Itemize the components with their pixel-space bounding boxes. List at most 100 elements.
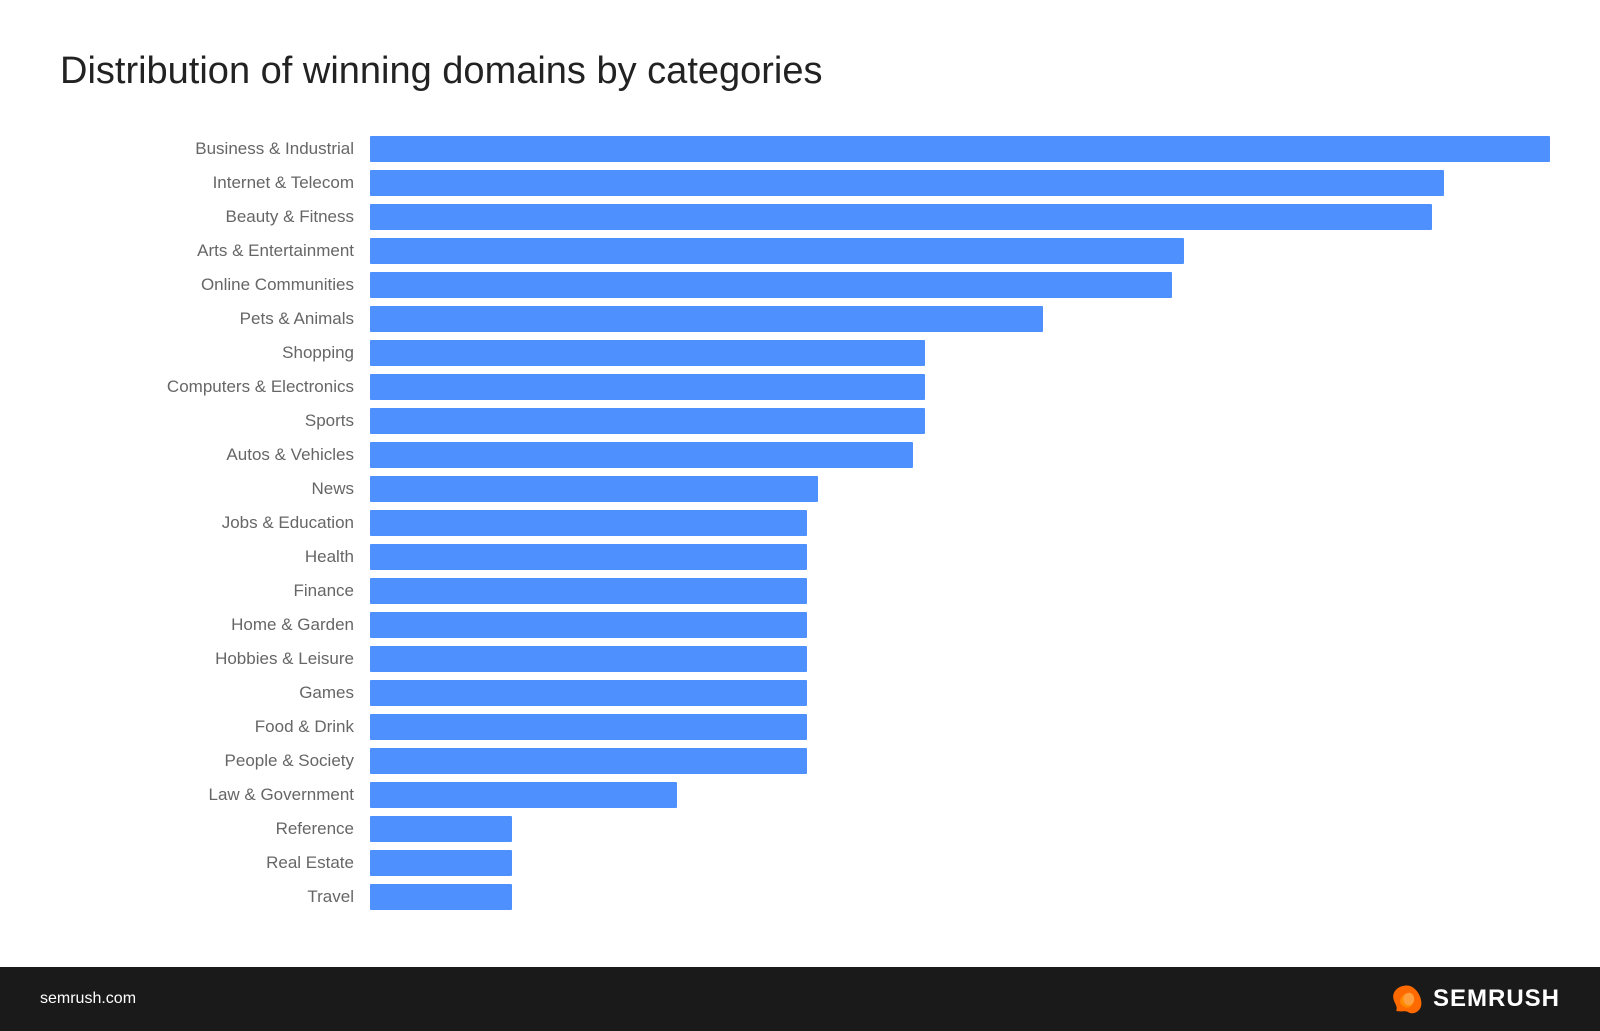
bar-row: Pets & Animals — [60, 303, 1540, 335]
bar-fill — [370, 408, 925, 434]
bar-label: Home & Garden — [60, 615, 370, 635]
bar-label: Real Estate — [60, 853, 370, 873]
bar-fill — [370, 680, 807, 706]
bar-track — [370, 850, 1540, 876]
bar-row: Food & Drink — [60, 711, 1540, 743]
bar-track — [370, 782, 1540, 808]
bar-track — [370, 136, 1550, 162]
bar-label: Computers & Electronics — [60, 377, 370, 397]
bar-track — [370, 646, 1540, 672]
bar-row: Real Estate — [60, 847, 1540, 879]
bar-label: Health — [60, 547, 370, 567]
bar-row: Autos & Vehicles — [60, 439, 1540, 471]
bar-track — [370, 680, 1540, 706]
footer-url: semrush.com — [40, 990, 136, 1008]
bar-track — [370, 442, 1540, 468]
bar-label: Law & Government — [60, 785, 370, 805]
bar-label: Business & Industrial — [60, 139, 370, 159]
bar-label: News — [60, 479, 370, 499]
bar-label: Arts & Entertainment — [60, 241, 370, 261]
bar-track — [370, 612, 1540, 638]
bar-row: Travel — [60, 881, 1540, 913]
bar-fill — [370, 884, 512, 910]
bar-label: Shopping — [60, 343, 370, 363]
bar-fill — [370, 714, 807, 740]
bar-track — [370, 170, 1540, 196]
semrush-logo: SEMRUSH — [1389, 981, 1560, 1017]
bar-fill — [370, 238, 1184, 264]
bar-row: Arts & Entertainment — [60, 235, 1540, 267]
bar-fill — [370, 374, 925, 400]
bar-label: Finance — [60, 581, 370, 601]
bar-track — [370, 544, 1540, 570]
bar-label: Internet & Telecom — [60, 173, 370, 193]
bar-row: Law & Government — [60, 779, 1540, 811]
bar-track — [370, 578, 1540, 604]
bar-row: Computers & Electronics — [60, 371, 1540, 403]
bar-fill — [370, 136, 1550, 162]
bar-fill — [370, 782, 677, 808]
bar-fill — [370, 544, 807, 570]
bar-track — [370, 816, 1540, 842]
bar-track — [370, 884, 1540, 910]
bar-label: People & Society — [60, 751, 370, 771]
bar-track — [370, 408, 1540, 434]
bar-row: Hobbies & Leisure — [60, 643, 1540, 675]
bar-track — [370, 510, 1540, 536]
bar-fill — [370, 170, 1444, 196]
bar-track — [370, 340, 1540, 366]
bar-label: Autos & Vehicles — [60, 445, 370, 465]
bar-row: Shopping — [60, 337, 1540, 369]
bar-track — [370, 272, 1540, 298]
bar-fill — [370, 442, 913, 468]
bar-label: Online Communities — [60, 275, 370, 295]
bar-fill — [370, 748, 807, 774]
bar-row: Health — [60, 541, 1540, 573]
bar-track — [370, 714, 1540, 740]
bar-label: Pets & Animals — [60, 309, 370, 329]
bar-row: Games — [60, 677, 1540, 709]
bar-row: Business & Industrial — [60, 133, 1540, 165]
bar-track — [370, 204, 1540, 230]
bar-track — [370, 748, 1540, 774]
bar-label: Sports — [60, 411, 370, 431]
bar-fill — [370, 612, 807, 638]
bar-row: Internet & Telecom — [60, 167, 1540, 199]
bar-track — [370, 374, 1540, 400]
bar-label: Reference — [60, 819, 370, 839]
bar-fill — [370, 306, 1043, 332]
bar-row: Online Communities — [60, 269, 1540, 301]
bar-row: Sports — [60, 405, 1540, 437]
bar-row: People & Society — [60, 745, 1540, 777]
bar-label: Travel — [60, 887, 370, 907]
semrush-icon — [1389, 981, 1425, 1017]
bar-label: Food & Drink — [60, 717, 370, 737]
bar-fill — [370, 646, 807, 672]
bar-track — [370, 476, 1540, 502]
bar-track — [370, 238, 1540, 264]
bar-row: Home & Garden — [60, 609, 1540, 641]
bar-fill — [370, 850, 512, 876]
bar-track — [370, 306, 1540, 332]
bar-row: Beauty & Fitness — [60, 201, 1540, 233]
chart-title: Distribution of winning domains by categ… — [60, 50, 1540, 93]
bar-row: News — [60, 473, 1540, 505]
bar-label: Jobs & Education — [60, 513, 370, 533]
bar-row: Reference — [60, 813, 1540, 845]
bar-row: Jobs & Education — [60, 507, 1540, 539]
footer: semrush.com SEMRUSH — [0, 967, 1600, 1031]
main-content: Distribution of winning domains by categ… — [0, 0, 1600, 967]
chart-container: Business & Industrial Internet & Telecom B… — [60, 133, 1540, 915]
bar-row: Finance — [60, 575, 1540, 607]
bar-fill — [370, 578, 807, 604]
bar-label: Beauty & Fitness — [60, 207, 370, 227]
bar-fill — [370, 340, 925, 366]
bar-fill — [370, 476, 818, 502]
bar-label: Games — [60, 683, 370, 703]
bar-fill — [370, 510, 807, 536]
bar-fill — [370, 272, 1172, 298]
bar-label: Hobbies & Leisure — [60, 649, 370, 669]
bar-fill — [370, 816, 512, 842]
bar-fill — [370, 204, 1432, 230]
semrush-brand-text: SEMRUSH — [1433, 985, 1560, 1013]
